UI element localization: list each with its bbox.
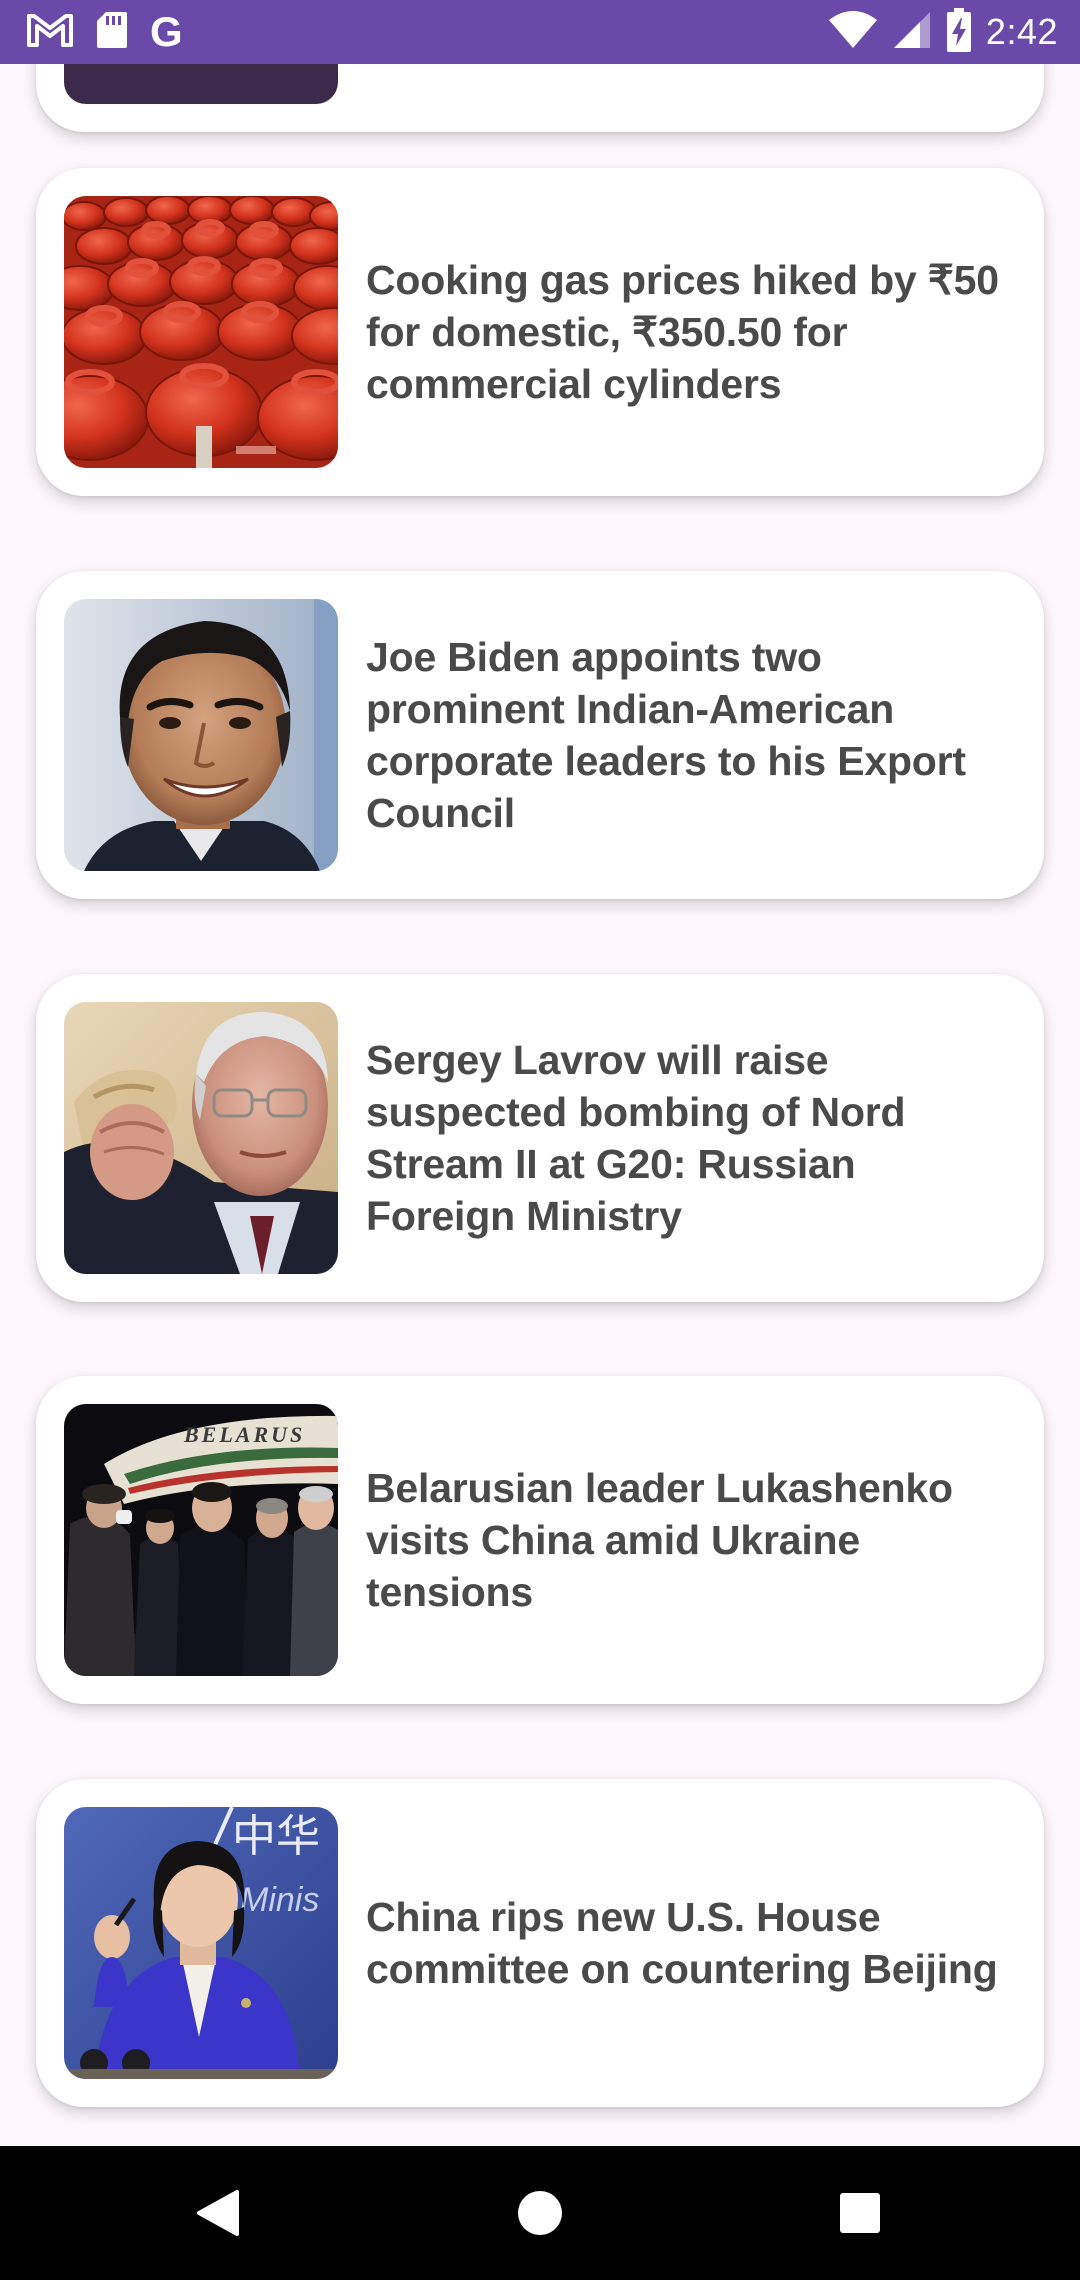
notification-icons: G <box>26 10 183 54</box>
smiling-man-portrait-photo <box>64 599 338 871</box>
news-thumbnail <box>64 64 338 104</box>
news-card-5[interactable]: 中华 Minis China rips new U.S. House commi… <box>36 1779 1044 2107</box>
back-triangle-icon <box>197 2190 239 2236</box>
back-button[interactable] <box>181 2176 255 2250</box>
battery-charging-icon <box>946 7 972 58</box>
recents-button[interactable] <box>823 2176 897 2250</box>
system-navigation-bar <box>0 2146 1080 2280</box>
home-circle-icon <box>518 2191 562 2235</box>
status-bar: G 2:42 <box>0 0 1080 64</box>
cellular-signal-icon <box>892 10 932 55</box>
news-card-4[interactable]: BELARUS Belarusian leader Lukashenko vis… <box>36 1376 1044 1704</box>
backdrop-text: 中华 <box>232 1811 320 1862</box>
airplane-livery-text: BELARUS <box>183 1422 305 1447</box>
press-briefing-photo: 中华 Minis <box>64 1807 338 2079</box>
news-headline: Cooking gas prices hiked by ₹50 for dome… <box>366 257 999 407</box>
sd-card-icon <box>96 10 128 55</box>
gas-cylinders-photo <box>64 196 338 468</box>
status-time: 2:42 <box>985 11 1058 52</box>
backdrop-subtext: Minis <box>240 1881 319 1919</box>
news-headline: Joe Biden appoints two prominent Indian-… <box>366 634 966 836</box>
news-card-3[interactable]: Sergey Lavrov will raise suspected bombi… <box>36 974 1044 1302</box>
gmail-icon <box>26 12 74 53</box>
news-card-partial[interactable] <box>36 64 1044 132</box>
recents-square-icon <box>840 2193 880 2233</box>
wifi-icon <box>828 10 878 55</box>
news-headline: Sergey Lavrov will raise suspected bombi… <box>366 1037 906 1239</box>
news-card-1[interactable]: Cooking gas prices hiked by ₹50 for dome… <box>36 168 1044 496</box>
home-button[interactable] <box>503 2176 577 2250</box>
news-card-2[interactable]: Joe Biden appoints two prominent Indian-… <box>36 571 1044 899</box>
google-icon: G <box>150 8 183 55</box>
system-icons: 2:42 <box>828 7 1058 58</box>
airport-arrival-photo: BELARUS <box>64 1404 338 1676</box>
news-headline: China rips new U.S. House committee on c… <box>366 1894 998 1992</box>
news-feed[interactable]: Cooking gas prices hiked by ₹50 for dome… <box>0 64 1080 2146</box>
news-headline: Belarusian leader Lukashenko visits Chin… <box>366 1465 953 1615</box>
lavrov-photo <box>64 1002 338 1274</box>
